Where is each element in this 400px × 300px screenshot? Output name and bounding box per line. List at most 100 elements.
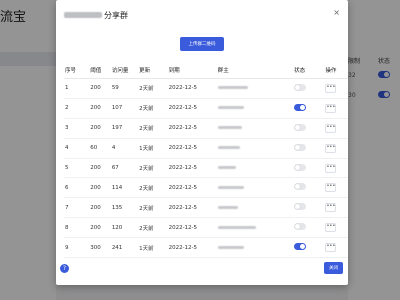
status-toggle[interactable] — [294, 103, 307, 111]
col-owner: 群主 — [216, 62, 294, 79]
row-visits: 197 — [110, 118, 139, 139]
row-visits: 67 — [110, 158, 139, 179]
row-owner — [216, 177, 294, 199]
table-row: 9 300 241 1天前 2022-12-5 ••• — [64, 237, 348, 259]
table-row: 5 200 67 2天前 2022-12-5 ••• — [64, 158, 348, 179]
status-toggle[interactable] — [294, 223, 307, 231]
row-threshold: 200 — [89, 98, 111, 119]
status-toggle[interactable] — [294, 163, 307, 171]
more-icon[interactable]: ••• — [325, 163, 337, 173]
row-index: 7 — [64, 197, 90, 219]
row-updated: 2天前 — [138, 217, 168, 239]
row-updated: 1天前 — [138, 237, 168, 259]
row-owner — [216, 138, 294, 159]
row-index: 8 — [64, 217, 90, 239]
row-expire: 2022-12-5 — [167, 78, 217, 99]
row-index: 3 — [64, 118, 90, 139]
status-toggle[interactable] — [294, 203, 307, 211]
more-icon[interactable]: ••• — [325, 223, 337, 233]
row-expire: 2022-12-5 — [167, 98, 217, 119]
redacted-owner — [217, 126, 242, 130]
col-updated: 更新 — [138, 62, 168, 79]
row-owner — [216, 237, 294, 259]
status-toggle[interactable] — [294, 83, 307, 91]
row-owner — [216, 197, 294, 219]
row-threshold: 300 — [89, 237, 111, 259]
row-updated: 1天前 — [138, 138, 168, 159]
status-toggle[interactable] — [294, 123, 307, 131]
redacted-owner — [217, 146, 240, 150]
row-status — [293, 177, 325, 199]
redacted-owner — [217, 86, 248, 90]
row-actions: ••• — [324, 177, 348, 199]
row-index: 1 — [64, 78, 90, 99]
row-visits: 135 — [110, 197, 139, 219]
more-icon[interactable]: ••• — [325, 143, 337, 153]
col-expire: 到期 — [167, 62, 217, 79]
row-updated: 2天前 — [138, 118, 168, 139]
row-expire: 2022-12-5 — [167, 118, 217, 139]
row-actions: ••• — [324, 98, 348, 119]
row-expire: 2022-12-5 — [167, 197, 217, 219]
table-row: 2 200 107 2天前 2022-12-5 ••• — [64, 98, 348, 119]
redacted-owner — [217, 205, 238, 209]
row-status — [293, 197, 325, 219]
col-visits: 访问量 — [110, 62, 139, 79]
row-visits: 4 — [110, 138, 139, 159]
row-visits: 241 — [110, 237, 139, 259]
more-icon[interactable]: ••• — [325, 83, 337, 93]
redacted-owner — [217, 166, 236, 169]
dialog-title-row: 分享群 — [64, 9, 128, 21]
share-group-dialog: 分享群 × 上传群二维码 序号 阈值 访问量 更新 到期 群主 状态 操作 12… — [56, 0, 348, 285]
row-status — [293, 78, 325, 99]
row-updated: 2天前 — [138, 158, 168, 179]
close-icon[interactable]: × — [333, 8, 340, 17]
row-threshold: 60 — [89, 138, 111, 159]
table-row: 3 200 197 2天前 2022-12-5 ••• — [64, 118, 348, 139]
col-index: 序号 — [64, 62, 90, 79]
row-actions: ••• — [324, 217, 348, 239]
status-toggle[interactable] — [294, 143, 307, 151]
more-icon[interactable]: ••• — [325, 183, 337, 193]
row-status — [293, 237, 325, 259]
row-expire: 2022-12-5 — [167, 177, 217, 199]
row-updated: 2天前 — [138, 78, 168, 99]
row-updated: 2天前 — [138, 177, 168, 199]
row-actions: ••• — [324, 197, 348, 219]
table-row: 4 60 4 1天前 2022-12-5 ••• — [64, 138, 348, 159]
row-visits: 107 — [110, 98, 139, 119]
row-actions: ••• — [324, 158, 348, 179]
more-icon[interactable]: ••• — [325, 243, 337, 253]
redacted-owner — [217, 185, 244, 189]
row-index: 5 — [64, 158, 90, 179]
row-actions: ••• — [324, 118, 348, 139]
close-button[interactable]: 关闭 — [324, 262, 343, 274]
group-table: 序号 阈值 访问量 更新 到期 群主 状态 操作 1 200 59 2天前 2022-1… — [64, 62, 348, 259]
upload-qr-button[interactable]: 上传群二维码 — [180, 37, 224, 51]
table-row: 7 200 135 2天前 2022-12-5 ••• — [64, 197, 348, 219]
row-expire: 2022-12-5 — [167, 158, 217, 179]
redacted-owner — [217, 106, 244, 110]
col-threshold: 阈值 — [89, 62, 111, 79]
row-threshold: 200 — [89, 78, 111, 99]
more-icon[interactable]: ••• — [325, 103, 337, 113]
row-visits: 59 — [110, 78, 139, 99]
row-owner — [216, 118, 294, 139]
row-status — [293, 158, 325, 179]
help-icon[interactable]: ? — [60, 264, 69, 273]
row-status — [293, 118, 325, 139]
redacted-owner — [217, 245, 244, 249]
row-actions: ••• — [324, 138, 348, 159]
row-updated: 2天前 — [138, 98, 168, 119]
more-icon[interactable]: ••• — [325, 123, 337, 133]
row-index: 6 — [64, 177, 90, 199]
row-actions: ••• — [324, 78, 348, 99]
status-toggle[interactable] — [294, 243, 307, 251]
status-toggle[interactable] — [294, 183, 307, 191]
more-icon[interactable]: ••• — [325, 203, 337, 213]
row-expire: 2022-12-5 — [167, 217, 217, 239]
row-threshold: 200 — [89, 177, 111, 199]
row-owner — [216, 158, 294, 179]
col-actions: 操作 — [324, 62, 348, 79]
row-threshold: 200 — [89, 118, 111, 139]
